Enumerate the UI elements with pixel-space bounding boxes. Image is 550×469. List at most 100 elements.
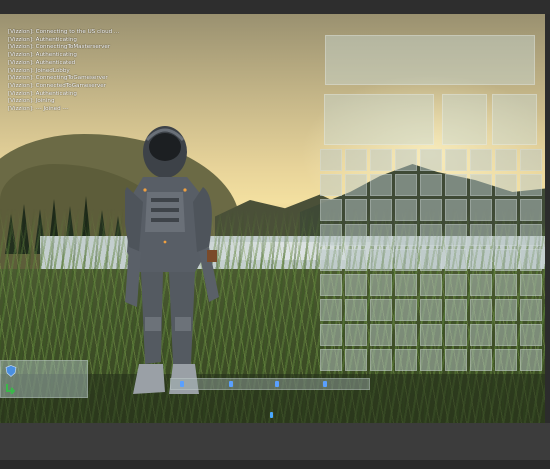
inventory-slot[interactable]: [395, 274, 417, 296]
inventory-slot[interactable]: [445, 249, 467, 271]
inventory-slot[interactable]: [370, 199, 392, 221]
inventory-slot[interactable]: [320, 149, 342, 171]
inventory-slot[interactable]: [470, 249, 492, 271]
inventory-slot[interactable]: [420, 299, 442, 321]
inventory-slot[interactable]: [370, 274, 392, 296]
inventory-slot[interactable]: [345, 174, 367, 196]
inventory-slot[interactable]: [495, 249, 517, 271]
inventory-slot[interactable]: [320, 174, 342, 196]
inventory-slot[interactable]: [445, 299, 467, 321]
inventory-slot[interactable]: [320, 224, 342, 246]
inventory-slot[interactable]: [370, 149, 392, 171]
inventory-slot[interactable]: [320, 349, 342, 371]
inventory-slot[interactable]: [495, 149, 517, 171]
inventory-slot[interactable]: [520, 149, 542, 171]
equipment-slot-b[interactable]: [492, 94, 537, 145]
inventory-slot[interactable]: [420, 274, 442, 296]
armored-character[interactable]: [125, 102, 240, 407]
inventory-slot[interactable]: [445, 349, 467, 371]
inventory-slot[interactable]: [395, 224, 417, 246]
inventory-slot[interactable]: [470, 224, 492, 246]
inventory-slot[interactable]: [345, 249, 367, 271]
inventory-slot[interactable]: [320, 199, 342, 221]
inventory-slot[interactable]: [345, 199, 367, 221]
console-line: [Vizzion]: ConnectingToMasterserver: [8, 44, 111, 51]
inventory-slot[interactable]: [520, 349, 542, 371]
inventory-slot[interactable]: [420, 174, 442, 196]
inventory-slot[interactable]: [520, 199, 542, 221]
inventory-slot[interactable]: [445, 199, 467, 221]
ground-marker: [270, 412, 273, 418]
inventory-slot[interactable]: [445, 149, 467, 171]
inventory-slot[interactable]: [370, 299, 392, 321]
inventory-slot[interactable]: [495, 224, 517, 246]
hotbar[interactable]: [170, 378, 370, 390]
inventory-slot[interactable]: [495, 174, 517, 196]
inventory-slot[interactable]: [445, 224, 467, 246]
inventory-slot[interactable]: [370, 249, 392, 271]
inventory-slot[interactable]: [520, 324, 542, 346]
inventory-slot[interactable]: [345, 324, 367, 346]
inventory-slot[interactable]: [495, 199, 517, 221]
equipment-panel-wide[interactable]: [324, 94, 434, 145]
console-line: [Vizzion]: ConnectingToGameserver: [8, 75, 108, 82]
inventory-slot[interactable]: [320, 299, 342, 321]
inventory-slot[interactable]: [470, 199, 492, 221]
inventory-slot[interactable]: [370, 224, 392, 246]
inventory-slot[interactable]: [420, 224, 442, 246]
inventory-slot[interactable]: [520, 224, 542, 246]
inventory-slot[interactable]: [420, 249, 442, 271]
inventory-slot[interactable]: [495, 349, 517, 371]
inventory-slot[interactable]: [345, 224, 367, 246]
inventory-slot[interactable]: [420, 149, 442, 171]
inventory-slot[interactable]: [520, 299, 542, 321]
hotbar-item[interactable]: [180, 381, 184, 387]
inventory-slot[interactable]: [470, 274, 492, 296]
inventory-slot[interactable]: [320, 274, 342, 296]
inventory-slot[interactable]: [395, 249, 417, 271]
inventory-slot[interactable]: [520, 274, 542, 296]
inventory-slot[interactable]: [395, 174, 417, 196]
game-viewport[interactable]: [Vizzion]: Connecting to the US cloud ..…: [0, 14, 545, 423]
inventory-slot[interactable]: [470, 149, 492, 171]
inventory-slot[interactable]: [520, 249, 542, 271]
inventory-slot[interactable]: [470, 349, 492, 371]
inventory-slot[interactable]: [345, 299, 367, 321]
hotbar-item[interactable]: [323, 381, 327, 387]
inventory-slot[interactable]: [395, 149, 417, 171]
inventory-slot[interactable]: [520, 174, 542, 196]
equipment-panel-top[interactable]: [325, 35, 535, 85]
inventory-slot[interactable]: [420, 349, 442, 371]
console-line: [Vizzion]: ConnectedToGameserver: [8, 82, 107, 89]
inventory-slot[interactable]: [495, 299, 517, 321]
inventory-slot[interactable]: [345, 149, 367, 171]
inventory-slot[interactable]: [320, 249, 342, 271]
inventory-slot[interactable]: [470, 174, 492, 196]
inventory-slot[interactable]: [445, 174, 467, 196]
inventory-slot[interactable]: [445, 274, 467, 296]
inventory-slot[interactable]: [395, 324, 417, 346]
inventory-slot[interactable]: [370, 324, 392, 346]
hotbar-item[interactable]: [275, 381, 279, 387]
inventory-slot[interactable]: [320, 324, 342, 346]
console-line: [Vizzion]: Authenticating: [8, 52, 77, 59]
equipment-slot-a[interactable]: [442, 94, 487, 145]
inventory-slot[interactable]: [345, 349, 367, 371]
inventory-slot[interactable]: [495, 324, 517, 346]
status-panel: [0, 360, 88, 398]
console-line: [Vizzion]: Joining: [8, 98, 55, 105]
inventory-slot[interactable]: [345, 274, 367, 296]
inventory-slot[interactable]: [395, 299, 417, 321]
inventory-slot[interactable]: [395, 349, 417, 371]
inventory-slot[interactable]: [470, 324, 492, 346]
window-top-bar: [0, 0, 550, 14]
inventory-slot[interactable]: [445, 324, 467, 346]
inventory-slot[interactable]: [395, 199, 417, 221]
inventory-slot[interactable]: [370, 349, 392, 371]
inventory-slot[interactable]: [370, 174, 392, 196]
hotbar-item[interactable]: [229, 381, 233, 387]
inventory-slot[interactable]: [420, 324, 442, 346]
inventory-slot[interactable]: [495, 274, 517, 296]
inventory-slot[interactable]: [420, 199, 442, 221]
inventory-slot[interactable]: [470, 299, 492, 321]
